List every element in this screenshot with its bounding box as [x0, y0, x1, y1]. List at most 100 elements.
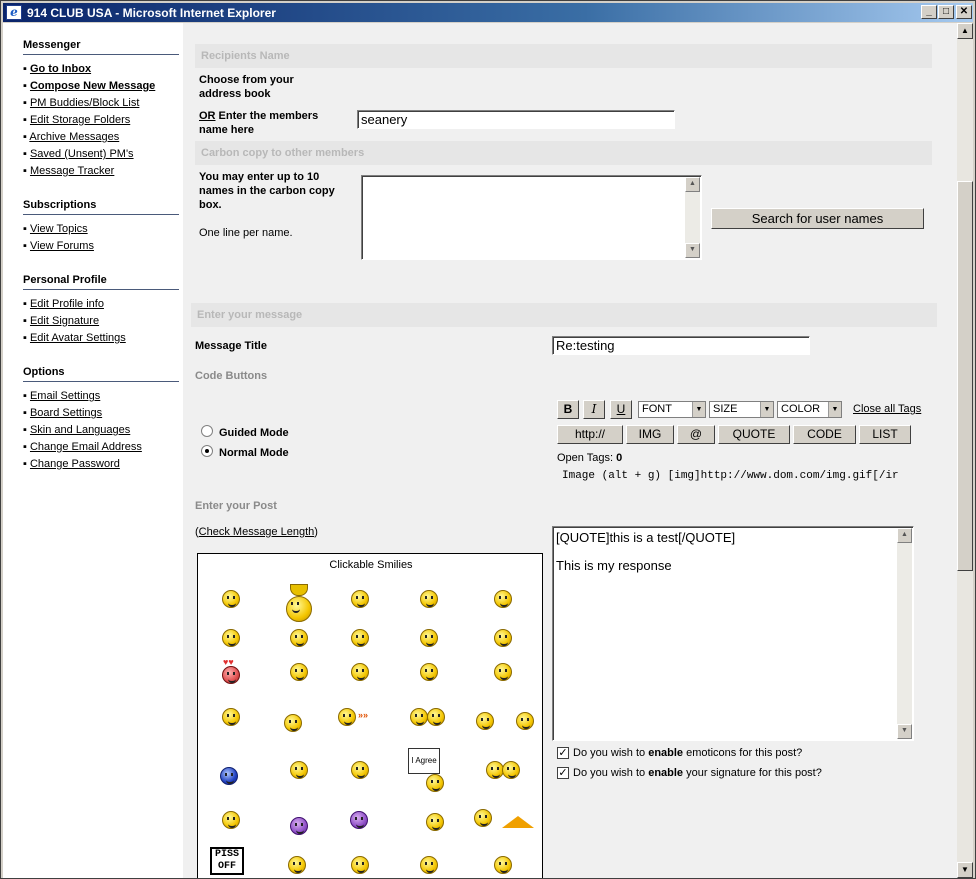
title-bar[interactable]: e 914 CLUB USA - Microsoft Internet Expl…	[3, 3, 973, 22]
purple-smiley-icon[interactable]	[290, 817, 308, 835]
smiley-icon[interactable]	[494, 590, 512, 608]
sidebar-item-skin[interactable]: ▪ Skin and Languages	[23, 424, 130, 436]
close-all-tags-link[interactable]: Close all Tags	[853, 403, 921, 415]
smiley-icon[interactable]	[222, 811, 240, 829]
view-topics-link[interactable]: View Topics	[30, 223, 88, 235]
sidebar-item-view-forums[interactable]: ▪ View Forums	[23, 240, 94, 252]
smiley-icon[interactable]	[410, 708, 428, 726]
smiley-icon[interactable]	[474, 809, 492, 827]
scroll-down-icon[interactable]: ▼	[957, 862, 973, 878]
smiley-icon[interactable]	[351, 761, 369, 779]
smiley-icon[interactable]	[494, 629, 512, 647]
smiley-icon[interactable]	[426, 774, 444, 792]
smiley-icon[interactable]	[290, 761, 308, 779]
trophy-smiley-icon[interactable]	[286, 596, 312, 622]
smiley-icon[interactable]	[494, 663, 512, 681]
code-button[interactable]: CODE	[793, 425, 856, 444]
sidebar-item-go-to-inbox[interactable]: ▪ Go to Inbox	[23, 63, 91, 75]
smiley-icon[interactable]	[222, 708, 240, 726]
sidebar-item-edit-avatar[interactable]: ▪ Edit Avatar Settings	[23, 332, 126, 344]
sidebar-item-board-settings[interactable]: ▪ Board Settings	[23, 407, 102, 419]
edit-avatar-link[interactable]: Edit Avatar Settings	[30, 332, 126, 344]
purple-smiley-icon[interactable]	[350, 811, 368, 829]
smiley-icon[interactable]	[420, 856, 438, 874]
smiley-icon[interactable]	[284, 714, 302, 732]
view-forums-link[interactable]: View Forums	[30, 240, 94, 252]
skin-languages-link[interactable]: Skin and Languages	[30, 424, 130, 436]
smiley-icon[interactable]	[502, 761, 520, 779]
smiley-icon[interactable]	[351, 629, 369, 647]
maximize-button[interactable]: □	[938, 5, 954, 19]
sidebar-item-compose[interactable]: ▪ Compose New Message	[23, 80, 155, 92]
sidebar-item-storage[interactable]: ▪ Edit Storage Folders	[23, 114, 130, 126]
post-textarea[interactable]: [QUOTE]this is a test[/QUOTE] This is my…	[552, 526, 914, 741]
scroll-up-icon[interactable]: ▲	[897, 528, 912, 543]
sidebar-item-saved[interactable]: ▪ Saved (Unsent) PM's	[23, 148, 134, 160]
smiley-icon[interactable]	[420, 629, 438, 647]
scroll-up-icon[interactable]: ▲	[685, 177, 700, 192]
edit-signature-link[interactable]: Edit Signature	[30, 315, 99, 327]
sidebar-item-edit-signature[interactable]: ▪ Edit Signature	[23, 315, 99, 327]
board-settings-link[interactable]: Board Settings	[30, 407, 102, 419]
minimize-button[interactable]: _	[921, 5, 937, 19]
list-button[interactable]: LIST	[859, 425, 911, 444]
quote-button[interactable]: QUOTE	[718, 425, 790, 444]
smiley-icon[interactable]	[516, 712, 534, 730]
smiley-icon[interactable]	[420, 590, 438, 608]
color-select[interactable]: COLOR ▼	[777, 401, 842, 418]
underline-button[interactable]: U	[610, 400, 632, 419]
http-button[interactable]: http://	[557, 425, 623, 444]
member-name-input[interactable]	[357, 110, 675, 129]
scroll-up-icon[interactable]: ▲	[957, 23, 973, 39]
smiley-icon[interactable]	[338, 708, 356, 726]
love-smiley-icon[interactable]	[222, 666, 240, 684]
search-user-names-button[interactable]: Search for user names	[711, 208, 924, 229]
edit-profile-link[interactable]: Edit Profile info	[30, 298, 104, 310]
sidebar-item-email-settings[interactable]: ▪ Email Settings	[23, 390, 100, 402]
normal-mode-radio[interactable]	[201, 445, 213, 457]
i-agree-sign[interactable]: I Agree	[408, 748, 440, 774]
scroll-down-icon[interactable]: ▼	[685, 243, 700, 258]
smiley-icon[interactable]	[222, 629, 240, 647]
page-scrollbar[interactable]: ▲ ▼	[957, 23, 973, 878]
carbon-copy-textarea[interactable]: ▲ ▼	[361, 175, 702, 260]
smiley-icon[interactable]	[290, 663, 308, 681]
sidebar-item-buddies[interactable]: ▪ PM Buddies/Block List	[23, 97, 139, 109]
sidebar-item-change-password[interactable]: ▪ Change Password	[23, 458, 120, 470]
archive-messages-link[interactable]: Archive Messages	[29, 131, 119, 143]
smiley-icon[interactable]	[288, 856, 306, 874]
sidebar-item-tracker[interactable]: ▪ Message Tracker	[23, 165, 114, 177]
change-email-link[interactable]: Change Email Address	[30, 441, 142, 453]
font-select[interactable]: FONT ▼	[638, 401, 706, 418]
smiley-icon[interactable]	[420, 663, 438, 681]
change-password-link[interactable]: Change Password	[30, 458, 120, 470]
message-tracker-link[interactable]: Message Tracker	[30, 165, 114, 177]
smiley-icon[interactable]	[494, 856, 512, 874]
blue-smiley-icon[interactable]	[220, 767, 238, 785]
saved-pms-link[interactable]: Saved (Unsent) PM's	[30, 148, 134, 160]
message-title-input[interactable]	[552, 336, 810, 355]
edit-storage-folders-link[interactable]: Edit Storage Folders	[30, 114, 130, 126]
smiley-icon[interactable]	[351, 590, 369, 608]
smiley-icon[interactable]	[222, 590, 240, 608]
compose-new-message-link[interactable]: Compose New Message	[30, 80, 155, 92]
guided-mode-radio[interactable]	[201, 425, 213, 437]
scroll-down-icon[interactable]: ▼	[897, 724, 912, 739]
sidebar-item-edit-profile[interactable]: ▪ Edit Profile info	[23, 298, 104, 310]
smiley-icon[interactable]	[427, 708, 445, 726]
email-tag-button[interactable]: @	[677, 425, 715, 444]
piss-off-sign[interactable]: PISS OFF	[210, 847, 244, 875]
smiley-icon[interactable]	[290, 629, 308, 647]
img-button[interactable]: IMG	[626, 425, 674, 444]
smiley-icon[interactable]	[426, 813, 444, 831]
enable-signature-checkbox[interactable]: ✓	[557, 767, 569, 779]
size-select[interactable]: SIZE ▼	[709, 401, 774, 418]
pm-buddies-link[interactable]: PM Buddies/Block List	[30, 97, 139, 109]
scroll-thumb[interactable]	[957, 181, 973, 571]
carbon-copy-scrollbar[interactable]: ▲ ▼	[685, 177, 700, 258]
post-scrollbar[interactable]: ▲ ▼	[897, 528, 912, 739]
sidebar-item-change-email[interactable]: ▪ Change Email Address	[23, 441, 142, 453]
italic-button[interactable]: I	[583, 400, 605, 419]
enable-emoticons-checkbox[interactable]: ✓	[557, 747, 569, 759]
bold-button[interactable]: B	[557, 400, 579, 419]
